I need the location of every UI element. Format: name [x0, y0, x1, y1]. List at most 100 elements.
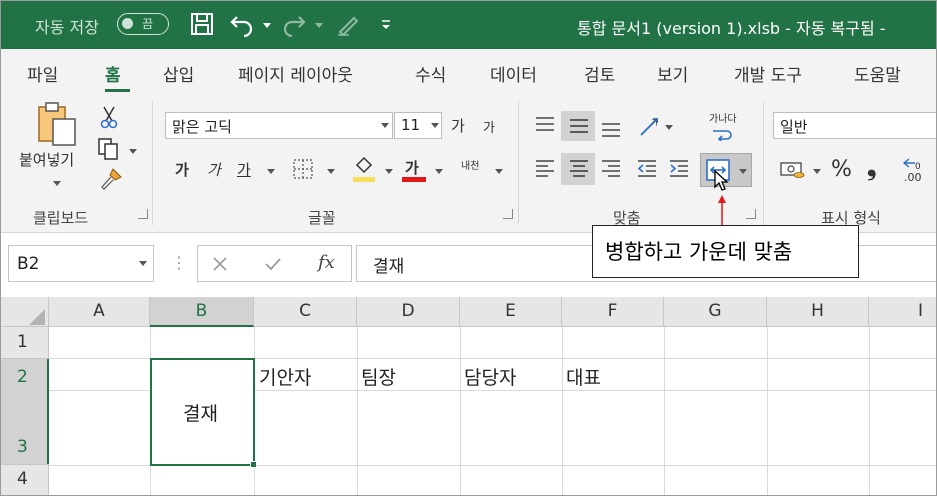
align-center-icon[interactable]: [567, 157, 591, 181]
middle-align-icon[interactable]: [567, 115, 591, 137]
font-name-dropdown-icon[interactable]: [381, 123, 389, 128]
font-launcher-icon[interactable]: [503, 209, 513, 219]
fill-color-icon[interactable]: [351, 155, 377, 183]
column-header-b[interactable]: B: [150, 297, 254, 327]
redo-dropdown-icon[interactable]: [315, 23, 323, 28]
column-header-d[interactable]: D: [357, 297, 460, 327]
tab-developer[interactable]: 개발 도구: [734, 61, 802, 86]
comma-style-button[interactable]: ❟: [867, 153, 876, 181]
autosave-toggle[interactable]: 끔: [117, 13, 169, 35]
autosave-label: 자동 저장: [35, 18, 99, 37]
column-header-f[interactable]: F: [562, 297, 664, 327]
column-header-i[interactable]: I: [869, 297, 936, 327]
tab-home[interactable]: 홈: [105, 61, 121, 86]
red-arrow-icon: [718, 195, 726, 227]
row-header-1[interactable]: 1: [1, 327, 49, 359]
paste-label[interactable]: 붙여넣기: [19, 149, 74, 170]
column-header-a[interactable]: A: [49, 297, 150, 327]
decrease-indent-icon[interactable]: [635, 157, 659, 181]
column-header-c[interactable]: C: [254, 297, 357, 327]
customize-quick-access-icon[interactable]: [379, 11, 393, 37]
cell-c2[interactable]: 기안자: [259, 363, 311, 390]
copy-icon[interactable]: [97, 137, 121, 161]
number-format-input[interactable]: 일반: [773, 112, 936, 139]
gridline: [562, 327, 563, 495]
bold-button[interactable]: 가: [175, 159, 189, 180]
increase-indent-icon[interactable]: [667, 157, 691, 181]
accounting-format-icon[interactable]: [779, 157, 807, 181]
cut-icon[interactable]: [99, 105, 119, 129]
borders-dropdown-icon[interactable]: [327, 169, 335, 174]
name-box[interactable]: B2: [8, 245, 154, 282]
tab-formulas[interactable]: 수식: [415, 61, 446, 86]
underline-dropdown-icon[interactable]: [267, 169, 275, 174]
orientation-dropdown-icon[interactable]: [665, 125, 673, 130]
column-header-g[interactable]: G: [664, 297, 767, 327]
align-right-icon[interactable]: [599, 157, 623, 181]
wrap-text-icon[interactable]: 가나다: [707, 109, 737, 141]
cell-e2[interactable]: 담당자: [464, 363, 516, 390]
merge-dropdown-icon[interactable]: [739, 169, 747, 174]
tab-review[interactable]: 검토: [584, 61, 615, 86]
italic-button[interactable]: 가: [207, 159, 221, 180]
row-header-4[interactable]: 4: [1, 465, 49, 495]
underline-button[interactable]: 가: [237, 159, 251, 180]
enter-icon[interactable]: [264, 256, 282, 272]
row-header-3[interactable]: 3: [1, 427, 49, 465]
tab-view[interactable]: 보기: [657, 61, 688, 86]
save-icon[interactable]: [189, 11, 215, 37]
clipboard-group-label: 클립보드: [33, 209, 89, 227]
column-header-h[interactable]: H: [767, 297, 869, 327]
undo-dropdown-icon[interactable]: [263, 23, 271, 28]
gridline: [767, 327, 768, 495]
gridline: [664, 327, 665, 495]
font-color-swatch: [402, 177, 426, 182]
tab-file[interactable]: 파일: [27, 61, 58, 86]
bottom-align-icon[interactable]: [599, 115, 623, 139]
copy-dropdown-icon[interactable]: [129, 149, 137, 154]
tab-data[interactable]: 데이터: [490, 61, 537, 86]
paste-icon[interactable]: [35, 101, 79, 147]
increase-decimal-icon[interactable]: .00 0: [901, 155, 935, 185]
font-name-input[interactable]: 맑은 고딕: [165, 112, 393, 139]
tab-help[interactable]: 도움말: [854, 61, 901, 86]
clipboard-launcher-icon[interactable]: [138, 209, 148, 219]
font-size-dropdown-icon[interactable]: [431, 123, 439, 128]
cancel-icon[interactable]: [212, 256, 228, 272]
pen-icon[interactable]: [335, 11, 361, 37]
orientation-icon[interactable]: 가: [637, 113, 667, 139]
cell-f2[interactable]: 대표: [566, 363, 601, 390]
select-all-triangle-icon: [29, 309, 45, 325]
font-color-icon[interactable]: 가: [405, 157, 419, 178]
column-header-e[interactable]: E: [460, 297, 562, 327]
tab-page-layout[interactable]: 페이지 레이아웃: [238, 61, 353, 86]
formula-bar-grip-icon: ⋮: [171, 253, 187, 272]
tab-insert[interactable]: 삽입: [163, 61, 194, 86]
grow-font-icon[interactable]: 가: [451, 115, 465, 136]
group-divider: [763, 101, 764, 225]
align-left-icon[interactable]: [533, 157, 557, 181]
redo-icon[interactable]: [281, 11, 307, 37]
phonetic-dropdown-icon[interactable]: [495, 169, 503, 174]
fill-color-dropdown-icon[interactable]: [385, 169, 393, 174]
name-box-dropdown-icon[interactable]: [139, 261, 147, 266]
paste-dropdown-icon[interactable]: [53, 181, 61, 186]
cell-d2[interactable]: 팀장: [361, 363, 396, 390]
font-color-dropdown-icon[interactable]: [435, 169, 443, 174]
formula-controls: fx: [197, 245, 352, 282]
insert-function-icon[interactable]: fx: [318, 252, 335, 273]
shrink-font-icon[interactable]: 가: [483, 117, 495, 136]
format-painter-icon[interactable]: [99, 167, 123, 191]
top-align-icon[interactable]: [533, 115, 557, 137]
merge-center-tooltip: 병합하고 가운데 맞춤: [592, 225, 859, 278]
alignment-launcher-icon[interactable]: [746, 209, 756, 219]
borders-icon[interactable]: [291, 157, 315, 181]
svg-text:가: 가: [651, 118, 659, 127]
percent-style-button[interactable]: %: [831, 157, 852, 182]
cell-b2[interactable]: 결재: [183, 399, 218, 426]
phonetic-icon[interactable]: 내천: [461, 157, 479, 172]
accounting-dropdown-icon[interactable]: [813, 169, 821, 174]
undo-icon[interactable]: [229, 11, 255, 37]
fill-handle[interactable]: [250, 461, 257, 468]
mouse-cursor-icon: [714, 169, 729, 191]
